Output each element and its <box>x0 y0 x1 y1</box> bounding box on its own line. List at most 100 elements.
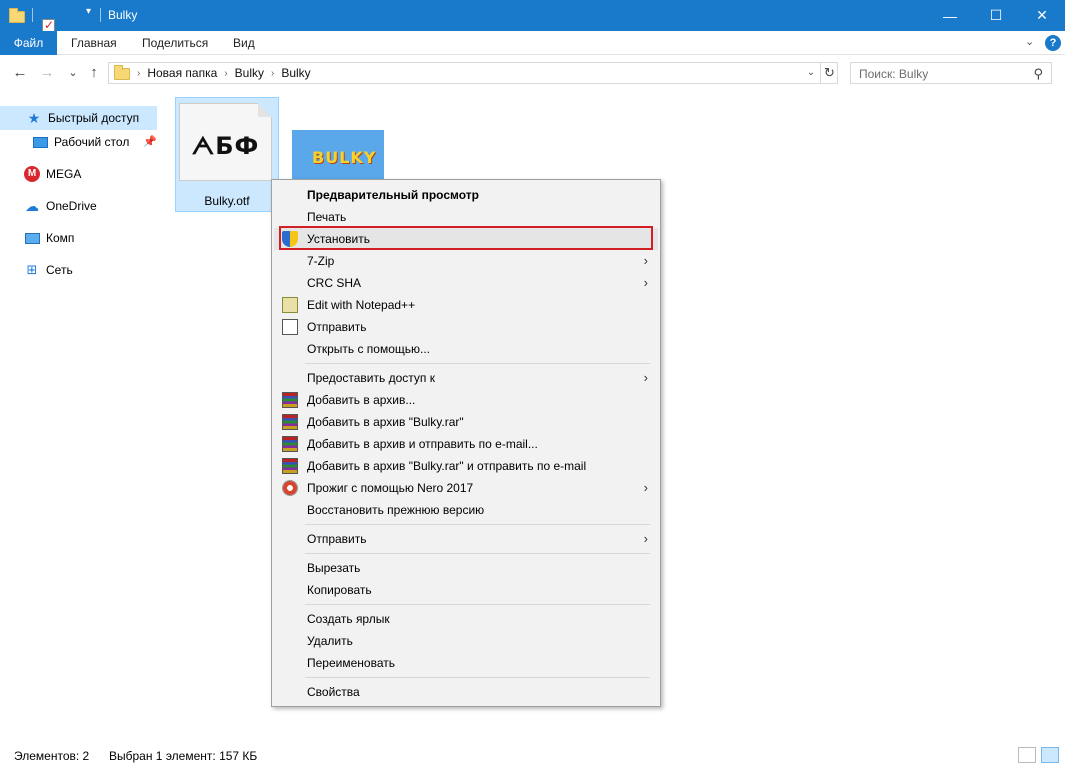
menu-item-cut[interactable]: Вырезать <box>274 557 658 579</box>
menu-item-add-bulky-rar[interactable]: Добавить в архив "Bulky.rar" <box>274 411 658 433</box>
up-icon[interactable]: ↑ <box>84 63 104 83</box>
menu-item-7zip[interactable]: 7-Zip › <box>274 250 658 272</box>
menu-separator <box>305 677 650 678</box>
submenu-arrow-icon: › <box>643 275 648 290</box>
tab-file[interactable]: Файл <box>0 31 57 55</box>
menu-item-add-archive[interactable]: Добавить в архив... <box>274 389 658 411</box>
menu-item-archive-email[interactable]: Добавить в архив и отправить по e-mail..… <box>274 433 658 455</box>
submenu-arrow-icon: › <box>643 253 648 268</box>
refresh-icon[interactable]: ↻ <box>820 63 838 83</box>
pin-icon: 📌 <box>143 136 157 148</box>
close-button[interactable]: ✕ <box>1019 0 1065 31</box>
maximize-icon: ☐ <box>989 7 1003 23</box>
submenu-arrow-icon: › <box>643 480 648 495</box>
menu-item-open-with[interactable]: Открыть с помощью... <box>274 338 658 360</box>
search-placeholder: Поиск: Bulky <box>859 67 929 81</box>
tab-view[interactable]: Вид <box>233 31 255 55</box>
sidebar-item-quick-access[interactable]: ★ Быстрый доступ <box>0 106 157 130</box>
tab-home[interactable]: Главная <box>71 31 117 55</box>
winrar-icon <box>282 414 298 430</box>
breadcrumb-item[interactable]: Bulky <box>281 66 310 80</box>
sidebar-item-label: Сеть <box>46 263 73 277</box>
menu-item-give-access[interactable]: Предоставить доступ к › <box>274 367 658 389</box>
menu-item-create-shortcut[interactable]: Создать ярлык <box>274 608 658 630</box>
menu-item-edit-notepad[interactable]: Edit with Notepad++ <box>274 294 658 316</box>
menu-separator <box>305 524 650 525</box>
search-icon[interactable]: ⚲ <box>1033 66 1043 82</box>
ribbon-expand-icon[interactable]: ⌄ <box>1025 35 1034 48</box>
menu-item-copy[interactable]: Копировать <box>274 579 658 601</box>
minimize-icon: — <box>943 7 957 24</box>
menu-item-crc-sha[interactable]: CRC SHA › <box>274 272 658 294</box>
nero-icon <box>282 480 298 496</box>
address-history-icon[interactable]: ⌄ <box>803 65 819 81</box>
star-icon: ★ <box>27 109 41 126</box>
sidebar-item-desktop[interactable]: Рабочий стол 📌 <box>0 130 157 154</box>
menu-item-print[interactable]: Печать <box>274 206 658 228</box>
network-icon: ⊞ <box>26 262 38 277</box>
breadcrumb-item[interactable]: Bulky <box>235 66 264 80</box>
file-name[interactable]: Bulky.otf <box>175 194 279 208</box>
details-view-icon[interactable] <box>1018 747 1036 763</box>
maximize-button[interactable]: ☐ <box>973 0 1019 31</box>
recent-locations-icon[interactable]: ⌄ <box>63 63 83 83</box>
breadcrumb-separator[interactable]: › <box>137 68 140 79</box>
menu-item-preview[interactable]: Предварительный просмотр <box>274 184 658 206</box>
menu-separator <box>305 553 650 554</box>
navigation-pane: ★ Быстрый доступ Рабочий стол 📌 M MEGA ☁… <box>0 98 160 740</box>
thumbnail-logo: BULKY <box>312 148 377 167</box>
customize-quick-access-icon[interactable]: ▾ <box>86 6 91 17</box>
menu-item-send-to[interactable]: Отправить › <box>274 528 658 550</box>
menu-item-nero-burn[interactable]: Прожиг с помощью Nero 2017 › <box>274 477 658 499</box>
tab-share[interactable]: Поделиться <box>142 31 208 55</box>
window-title: Bulky <box>108 8 138 22</box>
image-thumbnail[interactable]: BULKY <box>292 130 384 182</box>
menu-item-properties[interactable]: Свойства <box>274 681 658 703</box>
winrar-icon <box>282 458 298 474</box>
items-count: Элементов: 2 <box>14 749 90 763</box>
ribbon-tabs: Файл Главная Поделиться Вид ⌄ <box>0 31 1065 55</box>
search-input[interactable]: Поиск: Bulky ⚲ <box>850 62 1052 84</box>
font-file-icon[interactable]: ᗅБФ <box>179 103 272 181</box>
highlight-annotation <box>279 226 653 250</box>
folder-icon <box>114 65 130 80</box>
breadcrumb: › Новая папка › Bulky › Bulky <box>137 66 311 80</box>
address-bar[interactable]: › Новая папка › Bulky › Bulky ⌄ ↻ <box>108 62 838 84</box>
context-menu: Предварительный просмотр Печать Установи… <box>271 179 661 707</box>
notepad-plus-plus-icon <box>282 297 298 313</box>
desktop-icon <box>32 134 48 150</box>
menu-item-delete[interactable]: Удалить <box>274 630 658 652</box>
menu-item-restore-previous[interactable]: Восстановить прежнюю версию <box>274 499 658 521</box>
winrar-icon <box>282 392 298 408</box>
menu-separator <box>305 363 650 364</box>
title-bar: ▾ Bulky — ☐ ✕ <box>0 0 1065 50</box>
menu-separator <box>305 604 650 605</box>
share-icon <box>282 319 298 335</box>
status-bar: Элементов: 2 Выбран 1 элемент: 157 КБ <box>0 742 1065 768</box>
breadcrumb-separator[interactable]: › <box>271 68 274 79</box>
menu-item-rename[interactable]: Переименовать <box>274 652 658 674</box>
divider <box>100 8 101 22</box>
breadcrumb-separator[interactable]: › <box>224 68 227 79</box>
minimize-button[interactable]: — <box>927 0 973 31</box>
menu-item-share[interactable]: Отправить <box>274 316 658 338</box>
sidebar-item-computer[interactable]: Комп <box>0 226 157 250</box>
forward-icon[interactable]: → <box>37 63 57 83</box>
submenu-arrow-icon: › <box>643 531 648 546</box>
folder-icon <box>9 8 25 23</box>
breadcrumb-item[interactable]: Новая папка <box>147 66 217 80</box>
mega-icon: M <box>24 166 40 182</box>
sidebar-item-label: MEGA <box>46 167 82 181</box>
menu-item-bulky-rar-email[interactable]: Добавить в архив "Bulky.rar" и отправить… <box>274 455 658 477</box>
cloud-icon: ☁ <box>25 197 39 214</box>
large-icons-view-icon[interactable] <box>1041 747 1059 763</box>
sidebar-item-network[interactable]: ⊞ Сеть <box>0 258 157 282</box>
sidebar-item-onedrive[interactable]: ☁ OneDrive <box>0 194 157 218</box>
sidebar-item-label: OneDrive <box>46 199 97 213</box>
sidebar-item-mega[interactable]: M MEGA <box>0 162 157 186</box>
back-icon[interactable]: ← <box>10 63 30 83</box>
help-icon[interactable]: ? <box>1045 35 1061 51</box>
sidebar-item-label: Комп <box>46 231 75 245</box>
sidebar-item-label: Быстрый доступ <box>48 111 140 125</box>
selection-info: Выбран 1 элемент: 157 КБ <box>109 749 258 763</box>
